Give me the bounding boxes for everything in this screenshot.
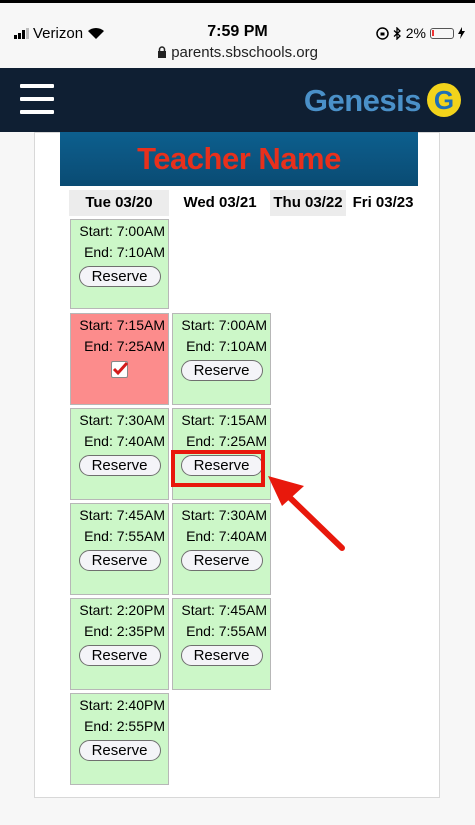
status-icons: 2%	[376, 25, 465, 41]
battery-icon	[430, 27, 454, 39]
day-header-thu: Thu 03/22	[270, 190, 346, 216]
time-slot-booked: Start: 7:15AM End: 7:25AM	[70, 313, 169, 405]
bluetooth-icon	[393, 26, 401, 40]
slot-start: Start: 7:45AM	[181, 602, 267, 618]
day-header-tue: Tue 03/20	[69, 190, 169, 216]
genesis-logo-icon: G	[427, 83, 461, 117]
reserve-button[interactable]: Reserve	[180, 360, 263, 381]
time-slot: Start: 7:30AM End: 7:40AM Reserve	[70, 408, 169, 500]
slot-start: Start: 7:45AM	[79, 507, 165, 523]
slot-start: Start: 7:00AM	[79, 223, 165, 239]
slot-start: Start: 7:30AM	[181, 507, 267, 523]
slot-end: End: 7:25AM	[186, 433, 267, 449]
time-slot: Start: 2:20PM End: 2:35PM Reserve	[70, 598, 169, 690]
teacher-banner: Teacher Name	[60, 132, 418, 186]
url-bar[interactable]: parents.sbschools.org	[0, 44, 475, 61]
url-text: parents.sbschools.org	[171, 44, 318, 61]
checkmark-icon	[112, 361, 129, 376]
highlight-box	[171, 450, 265, 487]
reserve-button[interactable]: Reserve	[78, 266, 161, 287]
day-header-wed: Wed 03/21	[183, 194, 257, 211]
time-slot: Start: 7:45AM End: 7:55AM Reserve	[172, 598, 271, 690]
slot-start: Start: 7:15AM	[181, 412, 267, 428]
reserve-button[interactable]: Reserve	[180, 645, 263, 666]
slot-end: End: 7:55AM	[186, 623, 267, 639]
day-header-fri: Fri 03/23	[352, 194, 414, 211]
status-bar: Verizon 7:59 PM parents.sbschools.org 2%	[0, 0, 475, 68]
slot-start: Start: 2:40PM	[79, 697, 165, 713]
hamburger-menu-icon[interactable]	[20, 84, 54, 114]
slot-end: End: 7:40AM	[84, 433, 165, 449]
reserve-button[interactable]: Reserve	[78, 740, 161, 761]
slot-end: End: 7:55AM	[84, 528, 165, 544]
slot-end: End: 7:10AM	[186, 338, 267, 354]
time-slot: Start: 7:00AM End: 7:10AM Reserve	[70, 219, 169, 309]
slot-start: Start: 2:20PM	[79, 602, 165, 618]
reserve-button[interactable]: Reserve	[78, 645, 161, 666]
slot-end: End: 7:25AM	[84, 338, 165, 354]
brand-name: Genesis	[303, 83, 422, 118]
app-header: Genesis G	[0, 68, 475, 132]
time-slot: Start: 7:00AM End: 7:10AM Reserve	[172, 313, 271, 405]
time-slot: Start: 7:30AM End: 7:40AM Reserve	[172, 503, 271, 595]
slot-end: End: 7:10AM	[84, 244, 165, 260]
reserve-button[interactable]: Reserve	[180, 550, 263, 571]
slot-end: End: 2:55PM	[84, 718, 165, 734]
teacher-name: Teacher Name	[137, 141, 341, 176]
time-slot: Start: 7:45AM End: 7:55AM Reserve	[70, 503, 169, 595]
reserve-button[interactable]: Reserve	[78, 455, 161, 476]
slot-end: End: 7:40AM	[186, 528, 267, 544]
time-slot: Start: 2:40PM End: 2:55PM Reserve	[70, 693, 169, 785]
rotation-lock-icon	[376, 26, 389, 40]
slot-start: Start: 7:30AM	[79, 412, 165, 428]
reserved-checkbox[interactable]	[111, 361, 129, 378]
red-arrow-icon	[268, 476, 345, 551]
slot-start: Start: 7:00AM	[181, 317, 267, 333]
slot-start: Start: 7:15AM	[79, 317, 165, 333]
battery-percent: 2%	[405, 25, 426, 41]
lock-icon	[158, 46, 167, 58]
charging-bolt-icon	[458, 27, 465, 39]
reserve-button[interactable]: Reserve	[78, 550, 161, 571]
slot-end: End: 2:35PM	[84, 623, 165, 639]
